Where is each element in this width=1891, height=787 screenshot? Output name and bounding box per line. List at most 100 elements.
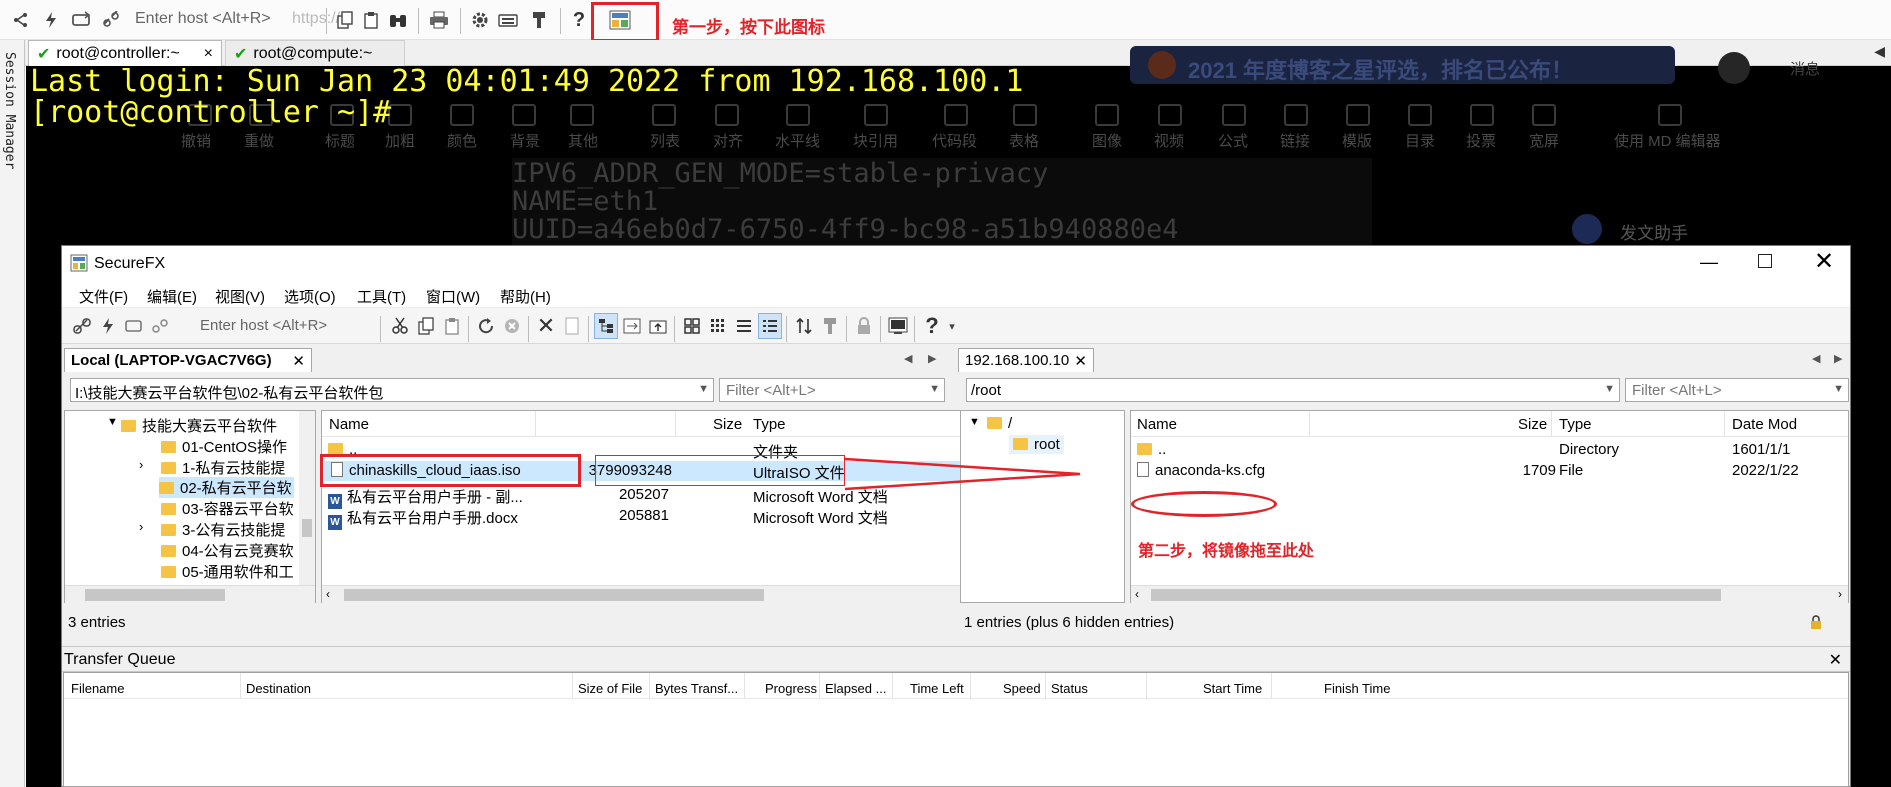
disconnect-icon[interactable] [98, 6, 124, 34]
securecrt-launch-icon[interactable] [886, 313, 910, 339]
column-header[interactable]: Bytes Transf... [655, 681, 738, 696]
menu-window[interactable]: 窗口(W) [426, 286, 480, 307]
tree-node[interactable]: 03-容器云平台软 [161, 498, 294, 519]
chevron-down-icon[interactable]: ▼ [698, 383, 709, 395]
close-tab-icon[interactable]: × [204, 45, 213, 63]
delete-icon[interactable]: ✕ [534, 313, 558, 339]
chevron-down-icon[interactable]: ▼ [107, 416, 118, 428]
reconnect-icon[interactable] [122, 313, 146, 339]
column-header[interactable]: Size of File [578, 681, 642, 696]
menu-edit[interactable]: 编辑(E) [147, 286, 197, 307]
close-tab-icon[interactable]: ✕ [292, 352, 305, 370]
stop-icon[interactable] [500, 313, 524, 339]
transfer-queue-table[interactable]: Filename Destination Size of File Bytes … [63, 672, 1849, 787]
menu-tools[interactable]: 工具(T) [357, 286, 406, 307]
keygen-icon[interactable] [526, 6, 552, 34]
close-tab-icon[interactable]: ✕ [1074, 352, 1087, 370]
tree-node[interactable]: 05-通用软件和工 [161, 561, 294, 582]
column-header-name[interactable]: Name [329, 416, 369, 433]
tree-node[interactable]: 04-公有云竞赛软 [161, 540, 294, 561]
copy-icon[interactable] [332, 6, 358, 34]
chevron-down-icon[interactable]: ▼ [969, 416, 980, 428]
host-input[interactable]: Enter host <Alt+R> [200, 317, 327, 334]
tree-node[interactable]: 01-CentOS操作 [161, 436, 287, 457]
details-view-icon[interactable] [758, 313, 782, 339]
pane-scroll-right-icon[interactable]: ▶ [1834, 352, 1842, 365]
column-header[interactable]: Time Left [910, 681, 964, 696]
settings-gear-icon[interactable] [467, 6, 493, 34]
column-header[interactable]: Progress [765, 681, 817, 696]
keygen-icon[interactable] [818, 313, 842, 339]
refresh-icon[interactable] [474, 313, 498, 339]
column-header-size[interactable]: Size [713, 416, 742, 433]
tree-node[interactable]: ▼ 技能大赛云平台软件 [107, 415, 277, 436]
pane-scroll-right-icon[interactable]: ▶ [928, 352, 936, 365]
column-header-name[interactable]: Name [1137, 416, 1177, 433]
link-icon[interactable] [70, 313, 94, 339]
small-icons-icon[interactable] [706, 313, 730, 339]
properties-icon[interactable] [560, 313, 584, 339]
local-file-list[interactable]: Name Size Type .. 文件夹 chinaskills_cloud_i… [321, 410, 1006, 603]
column-header[interactable]: Finish Time [1324, 681, 1390, 696]
scrollbar-thumb[interactable] [302, 519, 312, 537]
remote-filter-input[interactable]: Filter <Alt+L> ▼ [1625, 378, 1849, 402]
remote-pane-tab[interactable]: 192.168.100.10 ✕ [958, 348, 1094, 372]
close-icon[interactable]: ✕ [1829, 650, 1842, 670]
file-row[interactable]: anaconda-ks.cfg 1709 File 2022/1/22 [1137, 462, 1847, 479]
quick-connect-icon[interactable] [96, 313, 120, 339]
tab-scroll-left-icon[interactable]: ◀ [1874, 43, 1885, 60]
remote-folder-tree[interactable]: ▼ / root [960, 410, 1125, 603]
paste-icon[interactable] [358, 6, 384, 34]
local-path-combobox[interactable]: I:\技能大赛云平台软件包\02-私有云平台软件包 ▼ [70, 378, 714, 402]
column-header[interactable]: Status [1051, 681, 1088, 696]
tree-node[interactable]: ▼ / [969, 415, 1012, 432]
tab-root-controller[interactable]: ✔ root@controller:~ × [28, 40, 222, 66]
chevron-down-icon[interactable]: ▼ [929, 383, 940, 395]
transfer-direction-icon[interactable] [792, 313, 816, 339]
sync-icon[interactable] [620, 313, 644, 339]
column-header[interactable]: Destination [246, 681, 311, 696]
host-input[interactable]: Enter host <Alt+R> [135, 10, 271, 28]
menu-file[interactable]: 文件(F) [79, 286, 128, 307]
up-folder-icon[interactable] [646, 313, 670, 339]
find-icon[interactable] [385, 6, 411, 34]
column-header[interactable]: Start Time [1203, 681, 1262, 696]
column-header[interactable]: Filename [71, 681, 124, 696]
lock-icon[interactable] [852, 313, 876, 339]
print-icon[interactable] [426, 6, 452, 34]
menu-options[interactable]: 选项(O) [284, 286, 336, 307]
reconnect-icon[interactable] [68, 6, 94, 34]
column-header-type[interactable]: Type [1559, 416, 1592, 433]
chevron-down-icon[interactable]: ▼ [1833, 383, 1844, 395]
copy-icon[interactable] [414, 313, 438, 339]
help-dropdown-icon[interactable]: ▾ [940, 313, 964, 339]
local-pane-tab[interactable]: Local (LAPTOP-VGAC7V6G) ✕ [64, 348, 312, 372]
tree-view-icon[interactable] [594, 313, 618, 339]
disconnect-icon[interactable] [148, 313, 172, 339]
large-icons-icon[interactable] [680, 313, 704, 339]
menu-view[interactable]: 视图(V) [215, 286, 265, 307]
help-icon[interactable]: ? [566, 6, 592, 34]
tab-root-compute[interactable]: ✔ root@compute:~ [225, 40, 405, 66]
local-filter-input[interactable]: Filter <Alt+L> ▼ [719, 378, 945, 402]
column-header-size[interactable]: Size [1518, 416, 1547, 433]
tree-vertical-scrollbar[interactable] [299, 411, 315, 585]
scrollbar-thumb[interactable] [85, 589, 225, 601]
column-header[interactable]: Speed [1003, 681, 1041, 696]
paste-icon[interactable] [440, 313, 464, 339]
chevron-right-icon[interactable]: › [139, 519, 143, 534]
file-row[interactable]: W 私有云平台用户手册.docx 205881 Microsoft Word 文档 [328, 507, 998, 530]
column-header-date[interactable]: Date Mod [1732, 416, 1797, 433]
list-view-icon[interactable] [732, 313, 756, 339]
tree-node-selected[interactable]: root [1009, 435, 1064, 454]
menu-help[interactable]: 帮助(H) [500, 286, 551, 307]
scrollbar-thumb[interactable] [1151, 589, 1721, 601]
pane-scroll-left-icon[interactable]: ◀ [1812, 352, 1820, 365]
file-row[interactable]: .. Directory 1601/1/1 [1137, 441, 1847, 458]
cut-icon[interactable] [388, 313, 412, 339]
tree-node[interactable]: › 1-私有云技能提 [139, 457, 285, 478]
file-list-horizontal-scrollbar[interactable]: ‹› [1131, 585, 1848, 603]
column-header-type[interactable]: Type [753, 416, 786, 433]
chevron-right-icon[interactable]: › [139, 457, 143, 472]
quick-connect-icon[interactable] [38, 6, 64, 34]
